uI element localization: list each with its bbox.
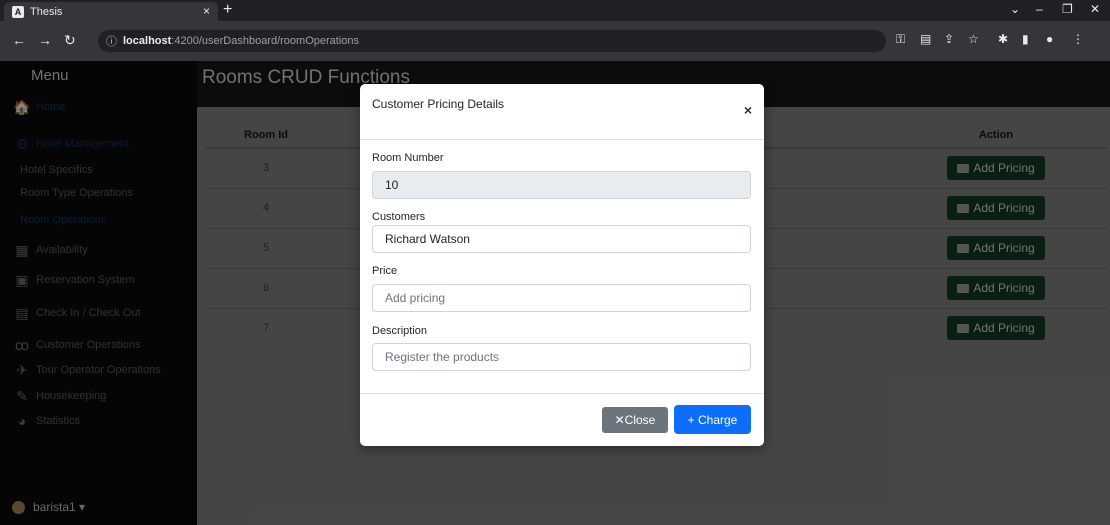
url-path: :4200/userDashboard/roomOperations xyxy=(171,35,360,47)
browser-tab[interactable]: A Thesis × xyxy=(4,2,218,21)
forward-icon[interactable]: → xyxy=(38,32,52,48)
close-icon[interactable]: × xyxy=(744,102,752,118)
key-icon[interactable]: ⚿ xyxy=(896,32,905,47)
room-number-field[interactable] xyxy=(372,171,751,199)
close-window-button[interactable]: ✕ xyxy=(1090,2,1100,16)
browser-tab-strip: A Thesis × + ⌄ – ❐ ✕ xyxy=(0,0,1110,21)
description-input[interactable] xyxy=(372,343,751,371)
price-label: Price xyxy=(372,265,398,277)
modal-body: Room Number Customers Price Description xyxy=(360,140,764,394)
browser-menu-icon[interactable]: ⋮ xyxy=(1072,32,1084,46)
minimize-button[interactable]: – xyxy=(1036,2,1043,16)
site-info-icon[interactable]: ⓘ xyxy=(106,33,117,49)
translate-icon[interactable]: ▤ xyxy=(920,32,931,46)
price-input[interactable] xyxy=(372,284,751,312)
browser-toolbar: ← → ↻ ⓘ localhost :4200/userDashboard/ro… xyxy=(0,21,1110,61)
profile-icon[interactable]: ● xyxy=(1046,32,1053,46)
tab-search-icon[interactable]: ⌄ xyxy=(1010,2,1020,16)
address-bar[interactable]: ⓘ localhost :4200/userDashboard/roomOper… xyxy=(98,30,886,52)
modal-title: Customer Pricing Details xyxy=(372,97,505,111)
url-host: localhost xyxy=(123,35,172,47)
bookmark-star-icon[interactable]: ☆ xyxy=(968,32,979,46)
extensions-icon[interactable]: ✱ xyxy=(998,32,1008,46)
angular-favicon-icon: A xyxy=(12,5,24,18)
tab-close-icon[interactable]: × xyxy=(203,4,210,18)
side-panel-icon[interactable]: ▮ xyxy=(1022,32,1029,46)
back-icon[interactable]: ← xyxy=(12,32,26,48)
description-label: Description xyxy=(372,325,428,337)
maximize-button[interactable]: ❐ xyxy=(1062,2,1073,16)
new-tab-button[interactable]: + xyxy=(223,1,232,19)
customer-pricing-modal: Customer Pricing Details × Room Number C… xyxy=(360,84,764,446)
reload-icon[interactable]: ↻ xyxy=(64,32,76,49)
charge-button[interactable]: + Charge xyxy=(674,405,751,434)
room-number-label: Room Number xyxy=(372,152,444,164)
customers-label: Customers xyxy=(372,211,426,223)
close-button[interactable]: ✕Close xyxy=(602,407,668,433)
customers-select[interactable] xyxy=(372,225,751,253)
share-icon[interactable]: ⇪ xyxy=(944,32,954,46)
tab-title: Thesis xyxy=(30,5,63,18)
modal-header: Customer Pricing Details × xyxy=(360,84,764,140)
